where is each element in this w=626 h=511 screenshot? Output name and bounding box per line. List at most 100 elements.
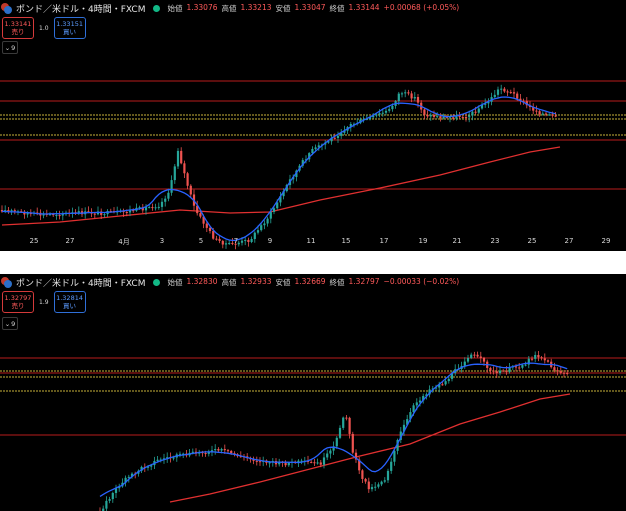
candle (500, 84, 503, 95)
symbol-title[interactable]: ポンド／米ドル・4時間・FXCM (16, 2, 145, 15)
horizontal-levels (0, 357, 626, 436)
candle (512, 87, 516, 99)
candle (114, 484, 118, 498)
candle (166, 452, 169, 463)
candle (400, 91, 404, 98)
candle (495, 366, 498, 379)
time-axis-tick: 27 (65, 237, 75, 245)
candle (42, 211, 45, 219)
sell-button[interactable]: 1.32797 売り (2, 291, 34, 313)
candle (503, 86, 506, 93)
symbol-title[interactable]: ポンド／米ドル・4時間・FXCM (16, 276, 145, 289)
price-chart[interactable] (0, 274, 626, 511)
collapse-indicators-button[interactable]: ⌄ 9 (2, 317, 18, 330)
candle (7, 206, 10, 214)
sell-button[interactable]: 1.33141 売り (2, 17, 34, 39)
time-axis[interactable]: 25 27 4月 3 5 7 9 11 15 17 19 21 23 25 27 29 (0, 237, 626, 249)
candle (346, 126, 349, 134)
candle (326, 449, 329, 461)
time-axis-tick: 17 (379, 237, 389, 245)
candle (548, 113, 551, 116)
candle (367, 477, 370, 493)
chart-panel-bottom[interactable]: ポンド／米ドル・4時間・FXCM 始値 1.32830 高値 1.32933 安値 1… (0, 274, 626, 511)
candle (361, 469, 364, 483)
candle (175, 452, 178, 462)
candle (330, 135, 333, 145)
candle (61, 211, 64, 221)
candle (207, 449, 210, 457)
time-axis-tick: 3 (159, 237, 165, 245)
candle (338, 425, 342, 440)
candle (121, 478, 124, 488)
candle (461, 115, 464, 119)
chart-panel-top[interactable]: ポンド／米ドル・4時間・FXCM 始値 1.33076 高値 1.33213 安値 1… (0, 0, 626, 251)
candle (370, 483, 374, 492)
candle (550, 358, 553, 369)
candle (473, 351, 476, 358)
buy-button[interactable]: 1.32814 買い (53, 291, 86, 313)
candle (183, 160, 186, 179)
candle (329, 448, 332, 459)
candle (263, 220, 266, 230)
candle (160, 198, 164, 211)
candle (118, 483, 121, 492)
candle (71, 207, 74, 218)
spread-value: 1.0 (39, 24, 49, 32)
candle (386, 468, 390, 483)
candle (239, 451, 242, 458)
time-axis-tick: 7 (233, 237, 239, 245)
candle (105, 496, 108, 511)
candle (180, 147, 183, 165)
candle (364, 477, 367, 484)
price-chart[interactable] (0, 0, 626, 251)
candle (170, 175, 173, 196)
candle (493, 89, 496, 99)
candle (544, 111, 548, 117)
candle (404, 89, 407, 98)
candle (480, 102, 484, 110)
candle (429, 112, 432, 121)
candle (58, 210, 61, 220)
candle (23, 209, 26, 219)
chart-header: ポンド／米ドル・4時間・FXCM 始値 1.32830 高値 1.32933 安値 1… (0, 274, 459, 290)
collapse-indicators-button[interactable]: ⌄ 9 (2, 41, 18, 54)
candle (74, 209, 77, 216)
candle (354, 449, 358, 463)
buy-button[interactable]: 1.33151 買い (53, 17, 86, 39)
candle (390, 457, 393, 474)
candle (157, 202, 160, 210)
currency-pair-icon (1, 2, 12, 14)
time-axis-tick: 29 (601, 237, 611, 245)
candle (508, 363, 511, 374)
candle (487, 98, 490, 108)
candle (210, 445, 214, 457)
candle (340, 128, 343, 139)
candle (188, 449, 191, 458)
candle (265, 459, 268, 466)
candle (255, 456, 258, 466)
candle (519, 93, 522, 105)
candle (173, 164, 176, 184)
moving-average-slow (169, 393, 571, 503)
candle (111, 491, 114, 503)
ohlc-values: 始値 1.32830 高値 1.32933 安値 1.32669 終値 1.32797 … (167, 276, 460, 287)
moving-average-fast (99, 362, 568, 497)
candle (135, 203, 138, 212)
trade-buttons: 1.32797 売り 1.9 1.32814 買い (2, 291, 86, 313)
candle (532, 103, 535, 115)
candle (45, 209, 48, 217)
ohlc-values: 始値 1.33076 高値 1.33213 安値 1.33047 終値 1.33144 … (167, 2, 460, 13)
time-axis-tick: 15 (341, 237, 351, 245)
candle (96, 206, 100, 216)
candle (342, 416, 345, 430)
candle (525, 97, 528, 109)
candle (546, 359, 550, 363)
candle (538, 109, 541, 117)
candle (99, 507, 101, 511)
chart-header: ポンド／米ドル・4時間・FXCM 始値 1.33076 高値 1.33213 安値 1… (0, 0, 459, 16)
candle (176, 148, 180, 169)
market-open-icon (153, 4, 161, 12)
candle (383, 477, 386, 484)
candles (99, 351, 569, 511)
spread-value: 1.9 (39, 298, 49, 306)
